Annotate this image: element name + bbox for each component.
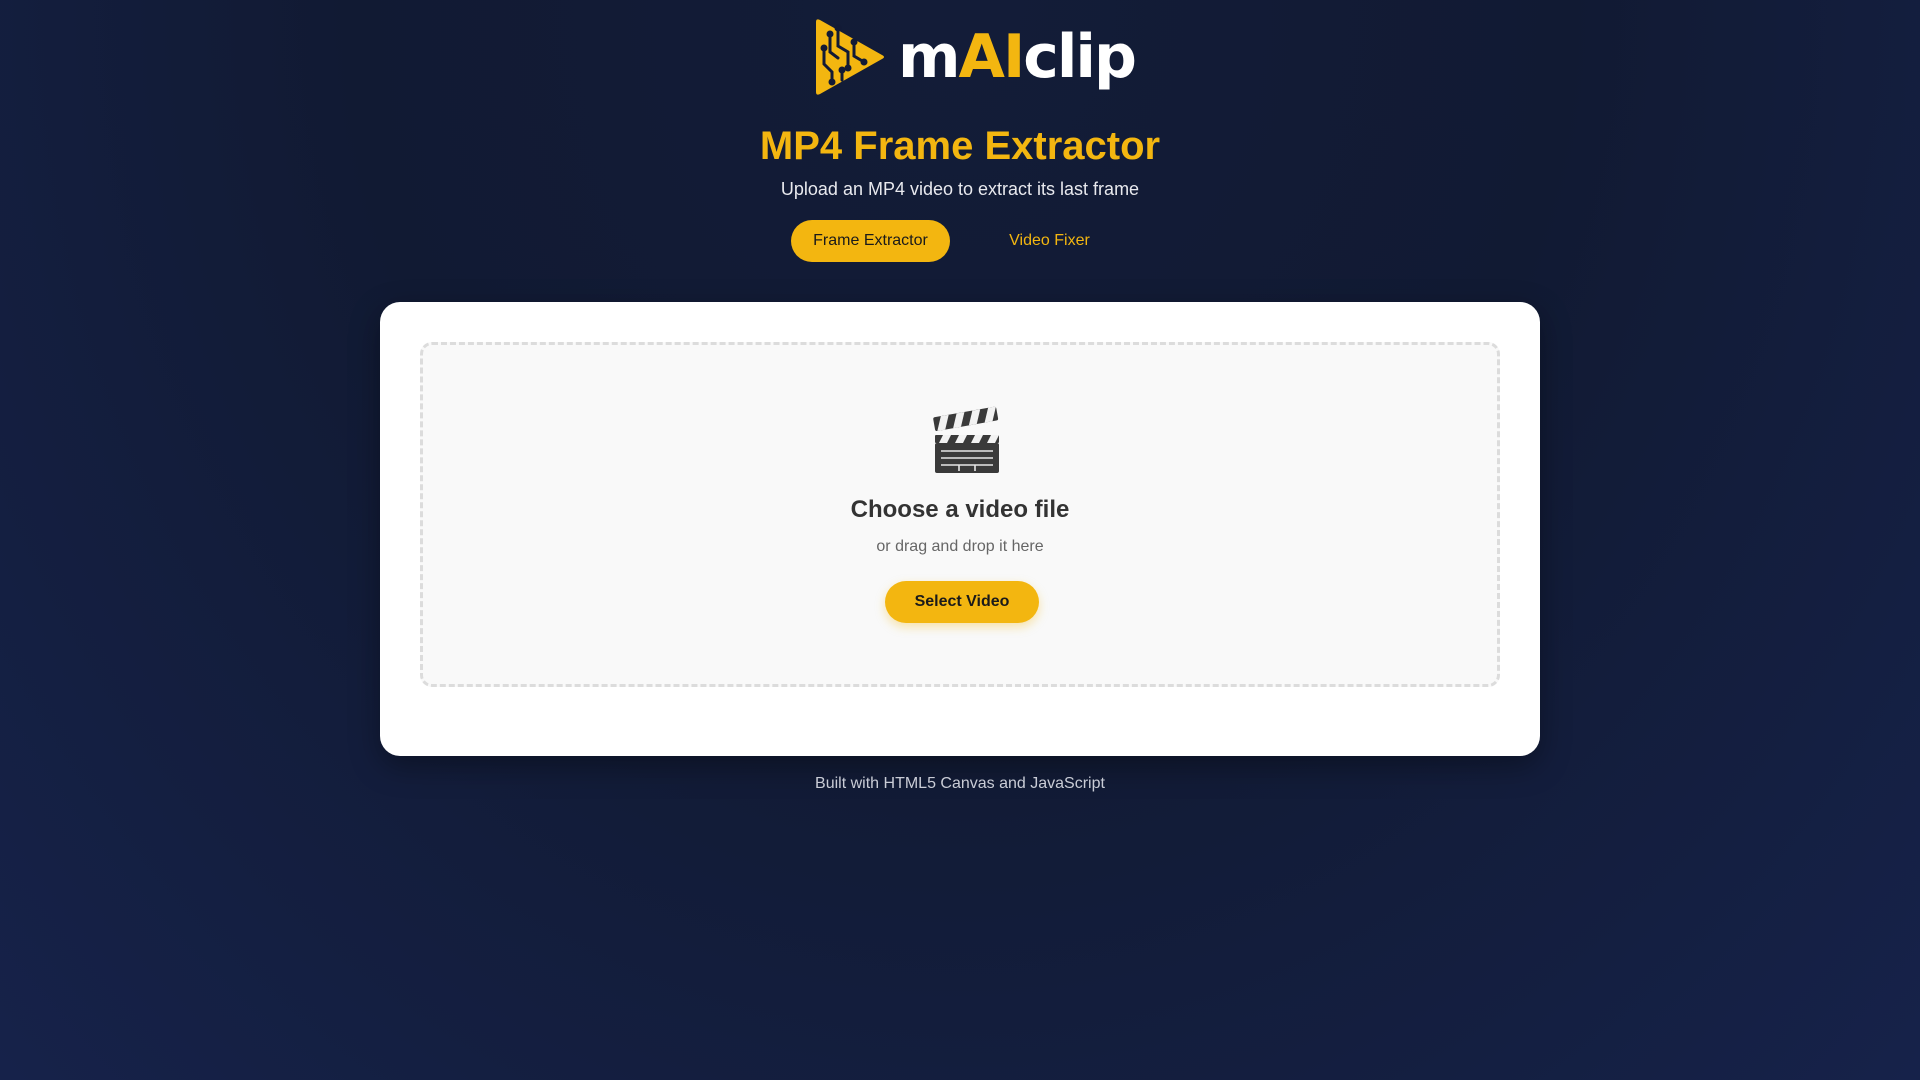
dropzone-title: Choose a video file <box>850 496 1070 523</box>
upload-card: Choose a video file or drag and drop it … <box>380 302 1540 756</box>
select-video-button[interactable]: Select Video <box>885 581 1039 623</box>
footer-text: Built with HTML5 Canvas and JavaScript <box>815 775 1105 792</box>
tab-frame-extractor[interactable]: Frame Extractor <box>791 220 950 262</box>
dropzone-subtitle: or drag and drop it here <box>876 538 1044 555</box>
brand-logo: mAIclip <box>808 18 1137 96</box>
clapperboard-icon <box>933 406 999 473</box>
play-circuit-logo-icon <box>816 19 884 95</box>
brand-wordmark-highlight: AI <box>958 22 1026 92</box>
brand-wordmark: mAIclip <box>898 27 1137 87</box>
brand-wordmark-suffix: clip <box>1023 22 1137 92</box>
page-subtitle: Upload an MP4 video to extract its last … <box>780 179 1140 199</box>
brand-wordmark-prefix: m <box>898 22 961 92</box>
video-dropzone[interactable]: Choose a video file or drag and drop it … <box>420 342 1500 687</box>
tab-video-fixer[interactable]: Video Fixer <box>970 220 1129 262</box>
page-title: MP4 Frame Extractor <box>759 124 1161 168</box>
tool-tabs: Frame Extractor Video Fixer <box>0 220 1920 262</box>
